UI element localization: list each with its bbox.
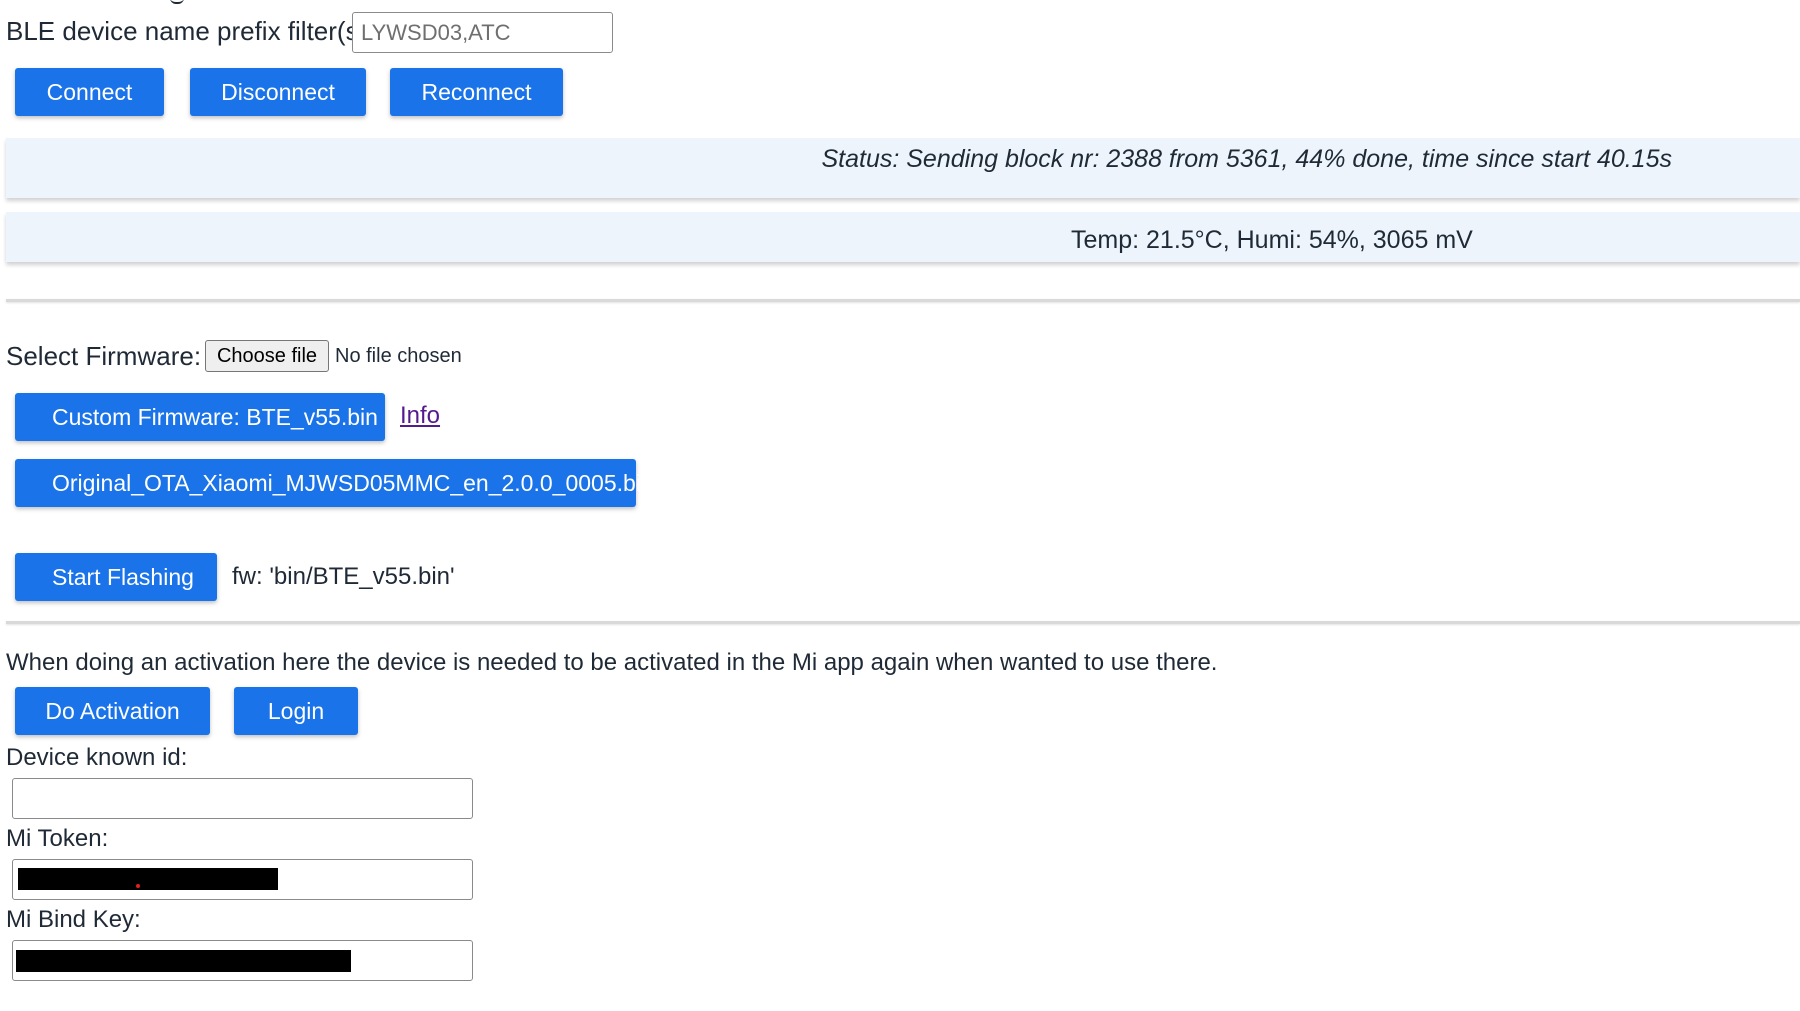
disconnect-button[interactable]: Disconnect: [190, 68, 366, 116]
start-flashing-button[interactable]: Start Flashing: [15, 553, 217, 601]
connect-button[interactable]: Connect: [15, 68, 164, 116]
status-panel: Status: Sending block nr: 2388 from 5361…: [6, 138, 1800, 198]
reconnect-button[interactable]: Reconnect: [390, 68, 563, 116]
fw-path-text: fw: 'bin/BTE_v55.bin': [232, 563, 455, 590]
info-link[interactable]: Info: [400, 402, 440, 430]
original-firmware-button[interactable]: Original_OTA_Xiaomi_MJWSD05MMC_en_2.0.0_…: [15, 459, 654, 507]
do-activation-button[interactable]: Do Activation: [15, 687, 210, 735]
login-button[interactable]: Login: [234, 687, 358, 735]
filter-input[interactable]: [352, 12, 613, 53]
device-id-field[interactable]: [12, 778, 473, 819]
red-dot-mark: [136, 884, 140, 888]
redaction-bar: [18, 868, 278, 890]
mi-token-label: Mi Token:: [6, 825, 109, 852]
sensor-panel: Temp: 21.5°C, Humi: 54%, 3065 mV: [6, 212, 1800, 262]
divider: [6, 621, 1800, 624]
mi-token-field[interactable]: [12, 859, 473, 900]
custom-firmware-button[interactable]: Custom Firmware: BTE_v55.bin: [15, 393, 385, 441]
choose-file-button[interactable]: Choose file: [205, 340, 329, 372]
divider: [6, 299, 1800, 302]
cut-off-heading-fragment: [170, 0, 184, 4]
status-text: Status: Sending block nr: 2388 from 5361…: [821, 145, 1672, 173]
select-firmware-label: Select Firmware:: [6, 341, 202, 371]
device-id-label: Device known id:: [6, 744, 188, 771]
no-file-chosen-text: No file chosen: [335, 345, 462, 367]
mi-bind-key-label: Mi Bind Key:: [6, 906, 141, 933]
mi-bind-key-field[interactable]: [12, 940, 473, 981]
sensor-readout: Temp: 21.5°C, Humi: 54%, 3065 mV: [1071, 226, 1473, 254]
activation-notice: When doing an activation here the device…: [6, 649, 1218, 676]
redaction-bar: [16, 950, 351, 972]
filter-label: BLE device name prefix filter(s): [6, 16, 368, 46]
